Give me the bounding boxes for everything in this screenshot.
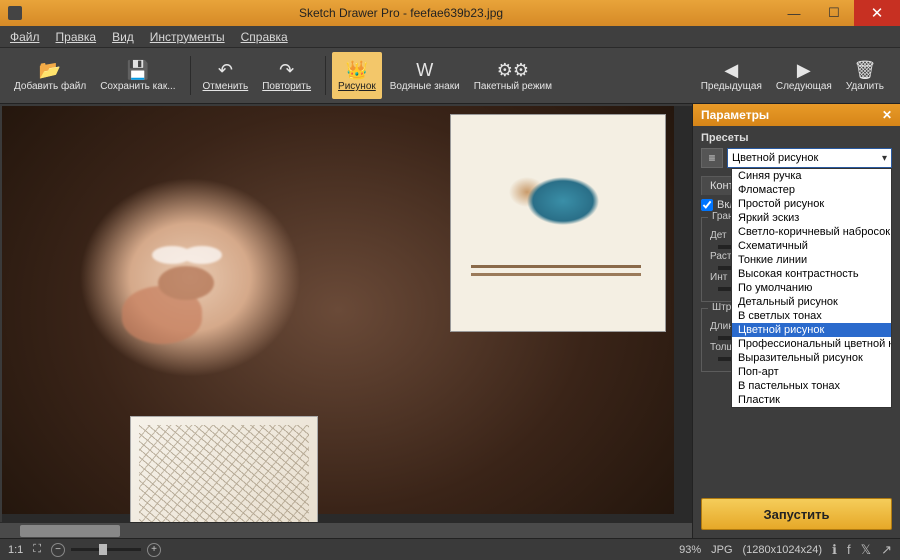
preset-dropdown[interactable]: Цветной рисунок xyxy=(727,148,892,168)
preset-option[interactable]: Тонкие линии xyxy=(732,253,891,267)
undo-icon: ↶ xyxy=(218,59,233,81)
canvas-wrap xyxy=(0,104,692,538)
zoom-percent: 93% xyxy=(679,544,701,556)
separator xyxy=(325,56,326,95)
enable-checkbox-input[interactable] xyxy=(701,199,713,211)
preset-option[interactable]: Профессиональный цветной набросок xyxy=(732,337,891,351)
preset-option[interactable]: Схематичный xyxy=(732,239,891,253)
run-button[interactable]: Запустить xyxy=(701,498,892,530)
preset-option[interactable]: В пастельных тонах xyxy=(732,379,891,393)
preset-option[interactable]: Фломастер xyxy=(732,183,891,197)
next-label: Следующая xyxy=(776,81,832,92)
run-label: Запустить xyxy=(763,507,829,522)
arrow-left-icon: ◀ xyxy=(724,59,738,81)
delete-button[interactable]: 🗑 Удалить xyxy=(840,52,890,99)
titlebar: Sketch Drawer Pro - feefae639b23.jpg — ☐… xyxy=(0,0,900,26)
preview-sketch-bird xyxy=(450,114,666,332)
preset-option[interactable]: Цветной рисунок xyxy=(732,323,891,337)
statusbar: 1:1 ⛶ − + 93% JPG (1280x1024x24) ℹ f 𝕏 ↗ xyxy=(0,538,900,560)
main-area: Параметры ✕ Пресеты ≡ Цветной рисунок Си… xyxy=(0,104,900,538)
share-icon[interactable]: ↗ xyxy=(881,542,892,558)
preset-option[interactable]: В светлых тонах xyxy=(732,309,891,323)
menubar: Файл Правка Вид Инструменты Справка xyxy=(0,26,900,48)
app-icon xyxy=(8,6,22,20)
preview-sketch-portrait xyxy=(130,416,318,522)
batch-label: Пакетный режим xyxy=(474,81,552,92)
preset-option[interactable]: Яркий эскиз xyxy=(732,211,891,225)
menu-file[interactable]: Файл xyxy=(10,30,40,44)
sliders-icon: ≡ xyxy=(708,151,715,165)
watermark-label: Водяные знаки xyxy=(390,81,460,92)
window-title: Sketch Drawer Pro - feefae639b23.jpg xyxy=(28,6,774,20)
preset-option[interactable]: По умолчанию xyxy=(732,281,891,295)
panel-body: Пресеты ≡ Цветной рисунок Синяя ручкаФло… xyxy=(693,126,900,538)
preset-option[interactable]: Поп-арт xyxy=(732,365,891,379)
undo-label: Отменить xyxy=(203,81,249,92)
preset-option[interactable]: Синяя ручка xyxy=(732,169,891,183)
facebook-icon[interactable]: f xyxy=(847,542,851,558)
preset-option[interactable]: Высокая контрастность xyxy=(732,267,891,281)
prev-button[interactable]: ◀ Предыдущая xyxy=(695,52,768,99)
add-file-button[interactable]: 📂 Добавить файл xyxy=(8,52,92,99)
redo-label: Повторить xyxy=(262,81,311,92)
arrow-right-icon: ▶ xyxy=(797,59,811,81)
maximize-button[interactable]: ☐ xyxy=(814,0,854,26)
preset-option[interactable]: Простой рисунок xyxy=(732,197,891,211)
minimize-button[interactable]: — xyxy=(774,0,814,26)
redo-button[interactable]: ↷ Повторить xyxy=(256,52,317,99)
menu-edit[interactable]: Правка xyxy=(56,30,97,44)
zoom-ratio: 1:1 xyxy=(8,544,23,556)
folder-open-icon: 📂 xyxy=(39,59,61,81)
save-icon: 💾 xyxy=(127,59,149,81)
add-file-label: Добавить файл xyxy=(14,81,86,92)
delete-label: Удалить xyxy=(846,81,884,92)
prev-label: Предыдущая xyxy=(701,81,762,92)
drawing-label: Рисунок xyxy=(338,81,376,92)
next-button[interactable]: ▶ Следующая xyxy=(770,52,838,99)
batch-button[interactable]: ⚙⚙ Пакетный режим xyxy=(468,52,558,99)
menu-tools[interactable]: Инструменты xyxy=(150,30,225,44)
toolbar: 📂 Добавить файл 💾 Сохранить как... ↶ Отм… xyxy=(0,48,900,104)
trash-icon: 🗑 xyxy=(853,59,876,81)
panel-title: Параметры xyxy=(701,108,769,122)
panel-close-icon[interactable]: ✕ xyxy=(882,108,892,122)
file-format: JPG xyxy=(711,544,732,556)
menu-view[interactable]: Вид xyxy=(112,30,134,44)
info-icon[interactable]: ℹ xyxy=(832,542,837,558)
redo-icon: ↷ xyxy=(279,59,294,81)
preset-option[interactable]: Детальный рисунок xyxy=(732,295,891,309)
twitter-icon[interactable]: 𝕏 xyxy=(861,542,871,558)
preset-option[interactable]: Выразительный рисунок xyxy=(732,351,891,365)
zoom-out-button[interactable]: − xyxy=(51,543,65,557)
zoom-control: − + xyxy=(51,543,161,557)
separator xyxy=(190,56,191,95)
drawing-button[interactable]: 👑 Рисунок xyxy=(332,52,382,99)
preset-settings-button[interactable]: ≡ xyxy=(701,148,723,168)
file-dimensions: (1280x1024x24) xyxy=(743,544,823,556)
sidebar: Параметры ✕ Пресеты ≡ Цветной рисунок Си… xyxy=(692,104,900,538)
watermark-icon: W xyxy=(416,59,433,81)
presets-label: Пресеты xyxy=(701,132,892,144)
canvas[interactable] xyxy=(2,106,692,522)
preset-dropdown-list[interactable]: Синяя ручкаФломастерПростой рисунокЯркий… xyxy=(731,168,892,408)
save-as-button[interactable]: 💾 Сохранить как... xyxy=(94,52,181,99)
zoom-in-button[interactable]: + xyxy=(147,543,161,557)
save-as-label: Сохранить как... xyxy=(100,81,175,92)
panel-header: Параметры ✕ xyxy=(693,104,900,126)
zoom-slider[interactable] xyxy=(71,548,141,551)
horizontal-scrollbar[interactable] xyxy=(0,522,692,538)
fit-icon[interactable]: ⛶ xyxy=(33,543,41,556)
gear-icon: ⚙⚙ xyxy=(497,59,529,81)
preset-option[interactable]: Пластик xyxy=(732,393,891,407)
preset-option[interactable]: Светло-коричневый набросок xyxy=(732,225,891,239)
close-button[interactable]: ✕ xyxy=(854,0,900,26)
preset-selected: Цветной рисунок xyxy=(732,152,818,164)
crown-icon: 👑 xyxy=(346,59,368,81)
watermark-button[interactable]: W Водяные знаки xyxy=(384,52,466,99)
undo-button[interactable]: ↶ Отменить xyxy=(197,52,255,99)
menu-help[interactable]: Справка xyxy=(241,30,288,44)
social-links: ℹ f 𝕏 ↗ xyxy=(832,542,892,558)
